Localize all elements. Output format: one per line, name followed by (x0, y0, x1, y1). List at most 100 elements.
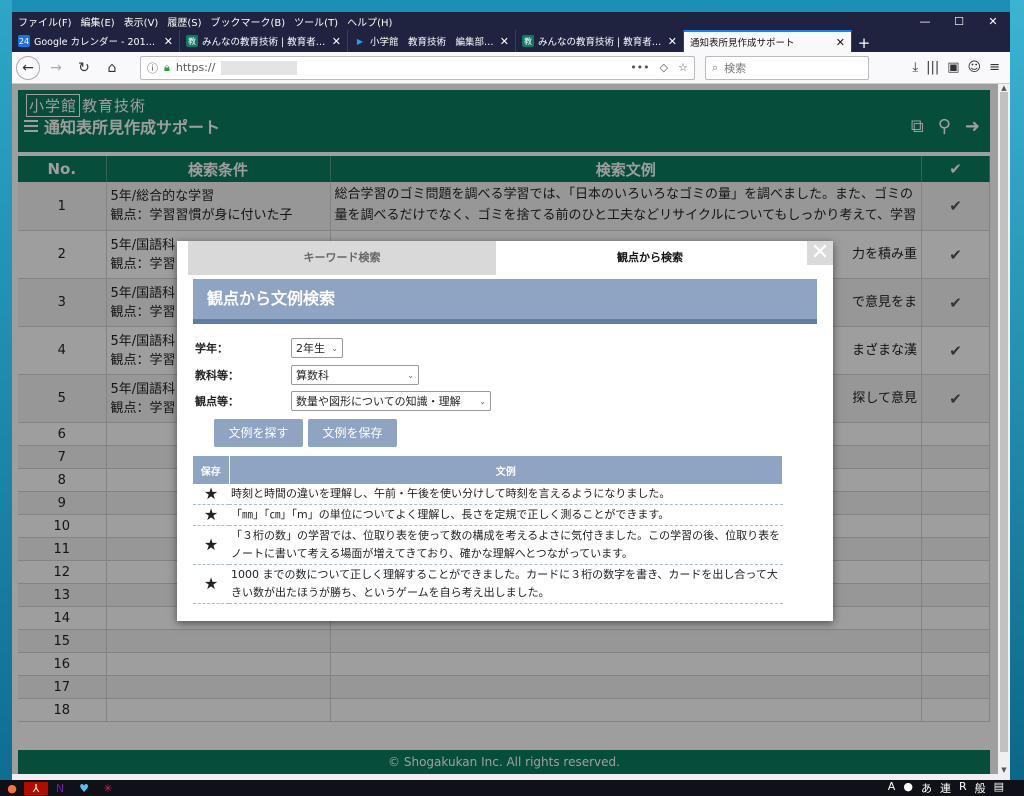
url-bar[interactable]: ⓘ 🔒︎ https:// ••• ◇ ☆ (140, 55, 695, 80)
chevron-down-icon: ⌄ (479, 396, 486, 406)
calendar-icon: 24 (18, 35, 30, 47)
navigation-bar: ← → ↻ ⌂ ⓘ 🔒︎ https:// ••• ◇ ☆ ⌕ 検索 ⤓ |||… (12, 52, 1010, 84)
ime-hiragana[interactable]: あ (921, 780, 932, 796)
save-examples-button[interactable]: 文例を保存 (308, 419, 397, 447)
modal-heading: 観点から文例検索 (193, 279, 817, 324)
toolbar-icons: ⤓ ||| ▣ ☺ ≡ (912, 60, 1006, 75)
star-icon[interactable]: ★ (193, 484, 229, 505)
bookmark-star-icon[interactable]: ☆ (678, 61, 688, 74)
back-button[interactable]: ← (16, 55, 40, 80)
taskbar: ● ⅄ N ♥ ✳ A ● あ 連 R 般 ▤ (0, 780, 1024, 796)
star-icon[interactable]: ★ (193, 525, 229, 565)
info-icon[interactable]: ⓘ (147, 60, 158, 76)
list-item: ★ 「３桁の数」の学習では、位取り表を使って数の構成を考えるよさに気付きました。… (193, 525, 783, 565)
browser-window: ファイル(F) 編集(E) 表示(V) 履歴(S) ブックマーク(B) ツール(… (12, 12, 1010, 780)
tab-keyword-search[interactable]: キーワード検索 (188, 241, 496, 275)
modal-results-header: 保存 文例 (193, 456, 783, 484)
menu-edit[interactable]: 編集(E) (81, 14, 115, 29)
title-bar: ファイル(F) 編集(E) 表示(V) 履歴(S) ブックマーク(B) ツール(… (12, 12, 1010, 30)
example-text: 「㎜」「㎝」「m」の単位についてよく理解し、長さを定規で正しく測ることができます… (229, 504, 783, 526)
site-favicon-icon: 教 (186, 35, 198, 47)
tab-minna-2[interactable]: 教 みんなの教育技術 | 教育者のため ✕ (516, 30, 684, 52)
menu-history[interactable]: 履歴(S) (167, 14, 201, 29)
viewpoint-select[interactable]: 数量や図形についての知識・理解 ⌄ (291, 391, 491, 411)
star-icon[interactable]: ★ (193, 564, 229, 604)
menu-view[interactable]: 表示(V) (124, 14, 159, 29)
tab-google-calendar[interactable]: 24 Google カレンダー - 2019年 6月 ✕ (12, 30, 180, 52)
subject-select[interactable]: 算数科 ⌄ (291, 365, 419, 385)
page-actions-icon[interactable]: ••• (630, 61, 649, 74)
tab-close-icon[interactable]: ✕ (164, 35, 173, 48)
star-icon[interactable]: ★ (193, 504, 229, 526)
col-example-text: 文例 (229, 456, 783, 484)
chevron-down-icon: ⌄ (331, 343, 338, 353)
page-content: 小学館 教育技術 通知表所見作成サポート ⧉ ⚲ ➜ No. 検索条件 検索文例… (12, 84, 998, 774)
menu-bookmarks[interactable]: ブックマーク(B) (211, 14, 286, 29)
viewpoint-row: 観点等： 数量や図形についての知識・理解 ⌄ (195, 391, 491, 411)
tab-close-icon[interactable]: ✕ (332, 35, 341, 48)
close-window-button[interactable]: ✕ (976, 15, 1010, 28)
menu-tools[interactable]: ツール(T) (294, 14, 338, 29)
acrobat-icon[interactable]: ⅄ (24, 781, 48, 795)
home-button[interactable]: ⌂ (100, 56, 124, 80)
reload-button[interactable]: ↻ (72, 56, 96, 80)
tab-minna-1[interactable]: 教 みんなの教育技術 | 教育者のため ✕ (180, 30, 348, 52)
menu-help[interactable]: ヘルプ(H) (347, 14, 392, 29)
ime-ren[interactable]: 連 (940, 780, 951, 796)
search-placeholder: 検索 (724, 61, 747, 75)
library-icon[interactable]: ||| (926, 60, 939, 75)
example-text: 「３桁の数」の学習では、位取り表を使って数の構成を考えるよさに気付きました。この… (229, 525, 783, 565)
list-item: ★ 「㎜」「㎝」「m」の単位についてよく理解し、長さを定規で正しく測ることができ… (193, 504, 783, 526)
ime-mode-a[interactable]: A (888, 780, 896, 796)
sidebar-icon[interactable]: ▣ (947, 60, 959, 75)
close-icon[interactable]: ✕ (807, 241, 833, 265)
grade-label: 学年： (195, 342, 228, 355)
site-favicon-icon: 教 (522, 35, 534, 47)
slack-icon[interactable]: ✳ (96, 782, 120, 795)
grade-value: 2年生 (296, 342, 325, 355)
tab-twitter[interactable]: ▶ 小学館 教育技術 編集部（@ ✕ (348, 30, 516, 52)
grade-row: 学年： 2年生 ⌄ (195, 338, 343, 358)
new-tab-button[interactable]: + (852, 34, 876, 52)
app-icon[interactable]: ♥ (72, 782, 96, 795)
tab-title: 通知表所見作成サポート (690, 38, 795, 49)
onenote-icon[interactable]: N (48, 782, 72, 795)
example-text: 時刻と時間の違いを理解し、午前・午後を使い分けして時刻を言えるようになりました。 (229, 484, 783, 505)
account-icon[interactable]: ☺ (968, 60, 982, 75)
scroll-down-icon[interactable]: ▼ (998, 766, 1010, 774)
scroll-up-icon[interactable]: ▲ (998, 84, 1010, 92)
twitter-bird-icon: ▶ (356, 36, 364, 46)
tab-close-icon[interactable]: ✕ (500, 35, 509, 48)
col-save: 保存 (193, 456, 230, 484)
url-redacted (221, 60, 298, 75)
example-text: 1000 までの数について正しく理解することができました。カードに３桁の数字を書… (229, 564, 783, 604)
ime-r[interactable]: R (959, 780, 967, 796)
minimize-button[interactable]: — (908, 15, 942, 28)
tab-viewpoint-search[interactable]: 観点から検索 (496, 241, 804, 275)
page-scrollbar[interactable]: ▲ ▼ (998, 84, 1010, 774)
search-modal: キーワード検索 観点から検索 ✕ 観点から文例検索 学年： 2年生 ⌄ 教科等：… (177, 241, 833, 621)
menu-bar: ファイル(F) 編集(E) 表示(V) 履歴(S) ブックマーク(B) ツール(… (12, 14, 392, 29)
search-examples-button[interactable]: 文例を探す (214, 419, 303, 447)
ime-general[interactable]: 般 (975, 780, 986, 796)
tab-title: Google カレンダー - 2019年 6月 (34, 37, 160, 48)
search-bar[interactable]: ⌕ 検索 (705, 55, 869, 80)
hamburger-menu-icon[interactable]: ≡ (989, 60, 1000, 75)
grade-select[interactable]: 2年生 ⌄ (291, 338, 343, 358)
list-item: ★ 時刻と時間の違いを理解し、午前・午後を使い分けして時刻を言えるようになりまし… (193, 484, 783, 505)
tab-title: みんなの教育技術 | 教育者のため (538, 37, 664, 48)
tab-close-icon[interactable]: ✕ (668, 35, 677, 48)
search-icon: ⌕ (712, 60, 719, 74)
tab-active-tsuchihyo[interactable]: 通知表所見作成サポート ✕ (684, 30, 852, 52)
tab-close-icon[interactable]: ✕ (836, 36, 845, 49)
scrollbar-thumb[interactable] (1000, 92, 1008, 752)
ime-pad[interactable]: ▤ (994, 780, 1004, 796)
download-icon[interactable]: ⤓ (912, 60, 918, 75)
maximize-button[interactable]: ☐ (942, 15, 976, 28)
firefox-icon[interactable]: ● (0, 782, 24, 795)
ime-dot: ● (903, 780, 913, 793)
forward-button[interactable]: → (44, 56, 68, 80)
pocket-icon[interactable]: ◇ (660, 61, 668, 74)
menu-file[interactable]: ファイル(F) (18, 14, 72, 29)
window-controls: — ☐ ✕ (908, 15, 1010, 28)
